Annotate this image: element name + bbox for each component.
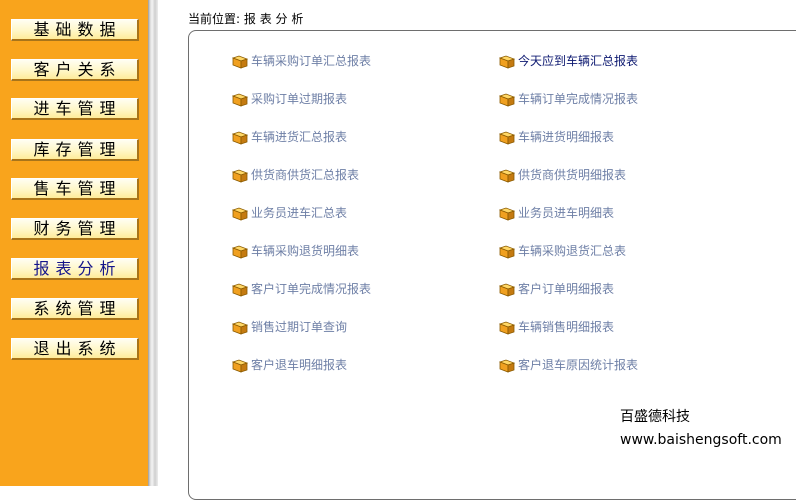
report-link-left-8[interactable]: 销售过期订单查询: [231, 319, 348, 335]
folder-icon: [231, 53, 249, 69]
folder-icon: [498, 167, 516, 183]
folder-icon: [498, 243, 516, 259]
nav-button-vehicle-purchasing[interactable]: 进车管理: [11, 98, 139, 120]
company-url[interactable]: www.baishengsoft.com: [620, 432, 782, 448]
report-link-right-2[interactable]: 车辆订单完成情况报表: [498, 91, 639, 107]
report-link-label: 客户订单明细报表: [518, 282, 615, 296]
report-link-label: 今天应到车辆汇总报表: [518, 54, 639, 68]
report-link-label: 车辆进货明细报表: [518, 130, 615, 144]
report-link-label: 销售过期订单查询: [251, 320, 348, 334]
folder-icon: [231, 129, 249, 145]
sidebar: 基础数据 客户关系 进车管理 库存管理 售车管理 财务管理 报表分析 系统管理 …: [0, 0, 148, 486]
folder-icon: [498, 357, 516, 373]
breadcrumb: 当前位置: 报 表 分 析: [188, 10, 303, 27]
report-link-right-3[interactable]: 车辆进货明细报表: [498, 129, 615, 145]
folder-icon: [498, 205, 516, 221]
report-link-right-5[interactable]: 业务员进车明细表: [498, 205, 615, 221]
report-link-right-4[interactable]: 供货商供货明细报表: [498, 167, 627, 183]
report-link-label: 采购订单过期报表: [251, 92, 348, 106]
report-link-left-5[interactable]: 业务员进车汇总表: [231, 205, 348, 221]
report-link-right-1[interactable]: 今天应到车辆汇总报表: [498, 53, 639, 69]
report-link-label: 供货商供货明细报表: [518, 168, 627, 182]
report-link-label: 业务员进车明细表: [518, 206, 615, 220]
folder-icon: [498, 281, 516, 297]
report-link-label: 客户退车原因统计报表: [518, 358, 639, 372]
folder-icon: [231, 357, 249, 373]
report-link-label: 客户退车明细报表: [251, 358, 348, 372]
folder-icon: [498, 91, 516, 107]
report-link-label: 车辆进货汇总报表: [251, 130, 348, 144]
report-link-label: 车辆采购退货明细表: [251, 244, 360, 258]
company-name: 百盛德科技: [620, 409, 690, 425]
report-link-label: 车辆采购退货汇总表: [518, 244, 627, 258]
report-link-left-7[interactable]: 客户订单完成情况报表: [231, 281, 372, 297]
report-link-right-6[interactable]: 车辆采购退货汇总表: [498, 243, 627, 259]
report-link-right-9[interactable]: 客户退车原因统计报表: [498, 357, 639, 373]
report-link-label: 客户订单完成情况报表: [251, 282, 372, 296]
folder-icon: [231, 205, 249, 221]
nav-button-inventory[interactable]: 库存管理: [11, 139, 139, 161]
report-link-right-7[interactable]: 客户订单明细报表: [498, 281, 615, 297]
report-link-label: 车辆采购订单汇总报表: [251, 54, 372, 68]
report-link-left-2[interactable]: 采购订单过期报表: [231, 91, 348, 107]
folder-icon: [498, 319, 516, 335]
report-link-left-1[interactable]: 车辆采购订单汇总报表: [231, 53, 372, 69]
breadcrumb-current: 报 表 分 析: [243, 12, 304, 26]
breadcrumb-prefix: 当前位置:: [188, 12, 241, 26]
folder-icon: [231, 243, 249, 259]
sidebar-divider: [148, 0, 158, 486]
folder-icon: [231, 319, 249, 335]
folder-icon: [231, 167, 249, 183]
report-link-label: 供货商供货汇总报表: [251, 168, 360, 182]
report-link-label: 车辆订单完成情况报表: [518, 92, 639, 106]
folder-icon: [231, 91, 249, 107]
report-link-left-3[interactable]: 车辆进货汇总报表: [231, 129, 348, 145]
nav-button-customer-relations[interactable]: 客户关系: [11, 59, 139, 81]
nav-button-finance[interactable]: 财务管理: [11, 218, 139, 240]
report-link-right-8[interactable]: 车辆销售明细报表: [498, 319, 615, 335]
folder-icon: [498, 53, 516, 69]
nav-button-reports[interactable]: 报表分析: [11, 258, 139, 280]
nav-button-system[interactable]: 系统管理: [11, 298, 139, 320]
folder-icon: [498, 129, 516, 145]
report-link-left-6[interactable]: 车辆采购退货明细表: [231, 243, 360, 259]
report-link-label: 业务员进车汇总表: [251, 206, 348, 220]
report-link-left-9[interactable]: 客户退车明细报表: [231, 357, 348, 373]
report-link-label: 车辆销售明细报表: [518, 320, 615, 334]
nav-button-exit[interactable]: 退出系统: [11, 338, 139, 360]
nav-button-vehicle-sales[interactable]: 售车管理: [11, 178, 139, 200]
nav-button-basic-data[interactable]: 基础数据: [11, 19, 139, 41]
folder-icon: [231, 281, 249, 297]
report-link-left-4[interactable]: 供货商供货汇总报表: [231, 167, 360, 183]
